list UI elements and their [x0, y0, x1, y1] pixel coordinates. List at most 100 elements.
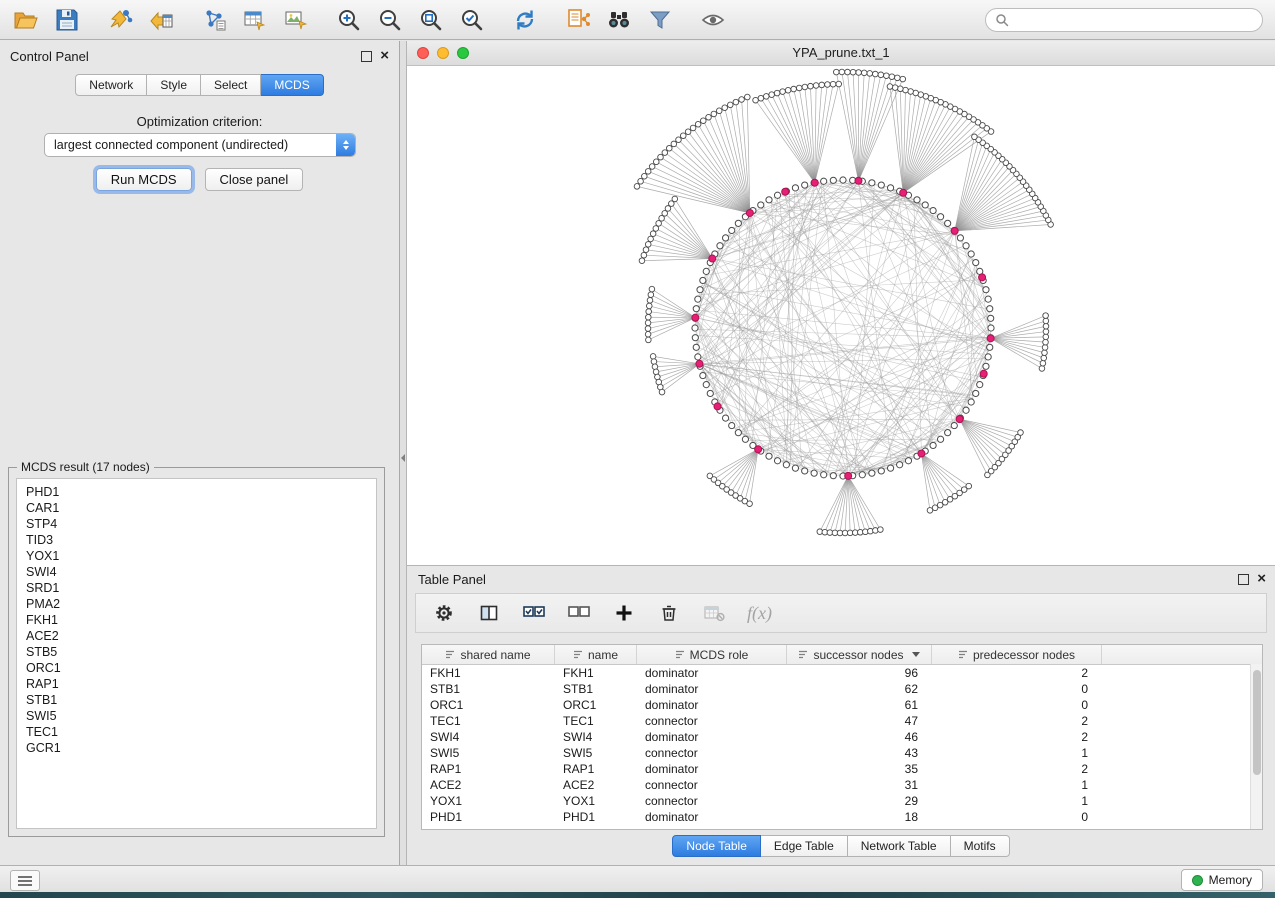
mcds-result-item[interactable]: SWI5: [26, 708, 367, 724]
table-row[interactable]: ACE2ACE2connector311: [422, 777, 1262, 793]
memory-button[interactable]: Memory: [1181, 869, 1263, 891]
tab-style[interactable]: Style: [147, 74, 201, 96]
open-file-icon[interactable]: [12, 6, 39, 33]
zoom-fit-icon[interactable]: [417, 6, 444, 33]
mcds-result-item[interactable]: ORC1: [26, 660, 367, 676]
deselect-all-icon[interactable]: [567, 601, 591, 625]
task-history-button[interactable]: [10, 870, 40, 891]
cell-MCDS-role: dominator: [637, 682, 787, 696]
collapse-splitter-icon[interactable]: [401, 454, 405, 462]
run-mcds-button[interactable]: Run MCDS: [96, 168, 192, 191]
column-header-shared-name[interactable]: shared name: [422, 645, 555, 664]
tab-mcds[interactable]: MCDS: [261, 74, 323, 96]
add-row-icon[interactable]: [612, 601, 636, 625]
mcds-result-item[interactable]: SWI4: [26, 564, 367, 580]
mcds-result-item[interactable]: STP4: [26, 516, 367, 532]
save-session-icon[interactable]: [53, 6, 80, 33]
tab-network[interactable]: Network: [75, 74, 147, 96]
cell-predecessor-nodes: 2: [932, 762, 1102, 776]
select-all-icon[interactable]: [522, 601, 546, 625]
window-zoom-icon[interactable]: [457, 47, 469, 59]
control-panel-tabs: NetworkStyleSelectMCDS: [0, 74, 399, 96]
column-header-MCDS-role[interactable]: MCDS role: [637, 645, 787, 664]
criterion-select[interactable]: largest connected component (undirected): [44, 133, 356, 157]
import-table-disabled-icon: [702, 601, 726, 625]
cell-MCDS-role: dominator: [637, 730, 787, 744]
panel-splitter[interactable]: [400, 41, 407, 865]
mcds-result-item[interactable]: STB5: [26, 644, 367, 660]
network-canvas[interactable]: [407, 66, 1275, 565]
mcds-result-list[interactable]: PHD1CAR1STP4TID3YOX1SWI4SRD1PMA2FKH1ACE2…: [16, 478, 377, 829]
float-table-panel-icon[interactable]: [1238, 574, 1249, 585]
sort-dropdown-icon[interactable]: [912, 652, 920, 657]
show-graphics-icon[interactable]: [699, 6, 726, 33]
mcds-result-item[interactable]: RAP1: [26, 676, 367, 692]
mcds-result-item[interactable]: TID3: [26, 532, 367, 548]
window-close-icon[interactable]: [417, 47, 429, 59]
column-header-name[interactable]: name: [555, 645, 637, 664]
export-image-icon[interactable]: [282, 6, 309, 33]
table-scrollbar[interactable]: [1250, 664, 1262, 829]
table-row[interactable]: PHD1PHD1dominator180: [422, 809, 1262, 825]
table-row[interactable]: SWI5SWI5connector431: [422, 745, 1262, 761]
table-tab-edge-table[interactable]: Edge Table: [761, 835, 848, 857]
mcds-result-item[interactable]: STB1: [26, 692, 367, 708]
gear-icon[interactable]: [432, 601, 456, 625]
network-window: YPA_prune.txt_1: [407, 41, 1275, 565]
cell-name: PHD1: [555, 810, 637, 824]
table-row[interactable]: STB1STB1dominator620: [422, 681, 1262, 697]
export-network-icon[interactable]: [564, 6, 591, 33]
zoom-selected-icon[interactable]: [458, 6, 485, 33]
scrollbar-thumb[interactable]: [1253, 670, 1261, 775]
close-table-panel-icon[interactable]: ×: [1257, 573, 1266, 585]
filter-icon[interactable]: [646, 6, 673, 33]
table-tab-network-table[interactable]: Network Table: [848, 835, 951, 857]
import-table-icon[interactable]: [147, 6, 174, 33]
zoom-out-icon[interactable]: [376, 6, 403, 33]
delete-row-icon[interactable]: [657, 601, 681, 625]
table-row[interactable]: SWI4SWI4dominator462: [422, 729, 1262, 745]
zoom-in-icon[interactable]: [335, 6, 362, 33]
mcds-result-item[interactable]: YOX1: [26, 548, 367, 564]
select-stepper-icon: [336, 134, 355, 156]
cell-name: SWI5: [555, 746, 637, 760]
cell-predecessor-nodes: 2: [932, 714, 1102, 728]
function-builder-icon: f(x): [747, 603, 772, 624]
mcds-result-item[interactable]: CAR1: [26, 500, 367, 516]
mcds-result-item[interactable]: GCR1: [26, 740, 367, 756]
control-panel-title: Control Panel: [10, 49, 89, 64]
show-columns-icon[interactable]: [477, 601, 501, 625]
mcds-result-item[interactable]: ACE2: [26, 628, 367, 644]
table-row[interactable]: ORC1ORC1dominator610: [422, 697, 1262, 713]
cell-shared-name: ORC1: [422, 698, 555, 712]
float-panel-icon[interactable]: [361, 51, 372, 62]
table-tab-motifs[interactable]: Motifs: [951, 835, 1010, 857]
mcds-result-item[interactable]: FKH1: [26, 612, 367, 628]
refresh-layout-icon[interactable]: [511, 6, 538, 33]
close-panel-icon[interactable]: ×: [380, 50, 389, 62]
mcds-result-item[interactable]: TEC1: [26, 724, 367, 740]
new-table-icon[interactable]: [241, 6, 268, 33]
search-input[interactable]: [1015, 12, 1253, 28]
tab-select[interactable]: Select: [201, 74, 261, 96]
network-title: YPA_prune.txt_1: [407, 45, 1275, 60]
search-network-icon[interactable]: [605, 6, 632, 33]
cell-MCDS-role: connector: [637, 746, 787, 760]
window-minimize-icon[interactable]: [437, 47, 449, 59]
import-network-icon[interactable]: [106, 6, 133, 33]
cell-predecessor-nodes: 0: [932, 698, 1102, 712]
search-box[interactable]: [985, 8, 1263, 32]
mcds-result-item[interactable]: PHD1: [26, 484, 367, 500]
table-row[interactable]: FKH1FKH1dominator962: [422, 665, 1262, 681]
table-row[interactable]: TEC1TEC1connector472: [422, 713, 1262, 729]
mcds-result-item[interactable]: SRD1: [26, 580, 367, 596]
close-panel-button[interactable]: Close panel: [205, 168, 304, 191]
table-row[interactable]: RAP1RAP1dominator352: [422, 761, 1262, 777]
table-row[interactable]: YOX1YOX1connector291: [422, 793, 1262, 809]
mcds-result-item[interactable]: PMA2: [26, 596, 367, 612]
column-header-predecessor-nodes[interactable]: predecessor nodes: [932, 645, 1102, 664]
network-graph[interactable]: [407, 66, 1275, 565]
column-header-successor-nodes[interactable]: successor nodes: [787, 645, 932, 664]
new-network-icon[interactable]: [200, 6, 227, 33]
table-tab-node-table[interactable]: Node Table: [672, 835, 761, 857]
